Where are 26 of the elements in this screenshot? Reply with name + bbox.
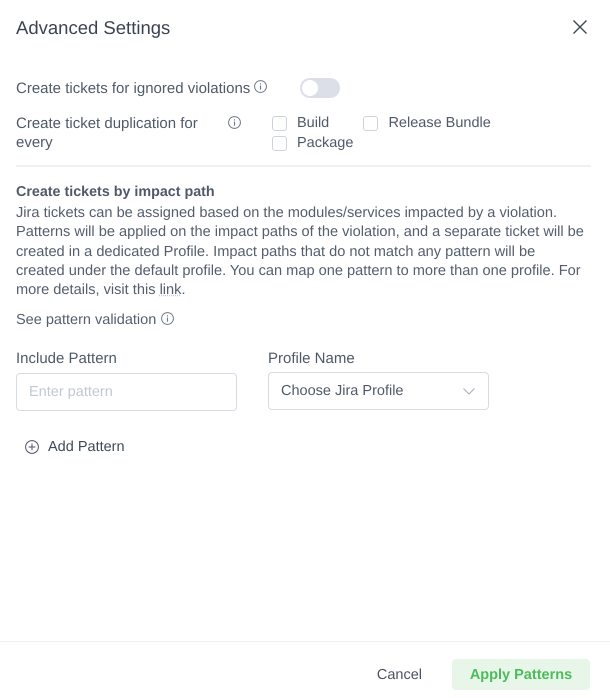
checkbox[interactable] [363, 116, 378, 131]
setting-label: Create ticket duplication for every [16, 114, 199, 152]
checkbox-label: Package [297, 134, 354, 153]
close-icon[interactable] [573, 20, 587, 34]
profile-dropdown[interactable]: Choose Jira Profile [268, 372, 489, 410]
info-icon [161, 312, 174, 326]
section-heading: Create tickets by impact path [16, 183, 215, 202]
checkbox[interactable] [272, 136, 287, 151]
pattern-validation-label[interactable]: See pattern validation [16, 310, 156, 330]
field-label: Profile Name [268, 349, 355, 370]
description-text: Jira tickets can be assigned based on the modules/services impacted by a violation. Patterns will be applied on the impact paths of the violation, and a separate ticket will be created in a dedicated Profile. Impact paths that do not match any pattern will be created under the default profile. You can map one pattern to more than one profile. For more details, visit this link. [16, 204, 585, 300]
toggle-switch[interactable] [300, 78, 340, 98]
checkbox-label: Build [297, 114, 330, 133]
field-label: Include Pattern [16, 349, 117, 370]
checkbox[interactable] [272, 116, 287, 131]
dialog-title: Advanced Settings [16, 16, 170, 40]
chevron-icon [463, 388, 475, 395]
plus-icon [25, 440, 39, 454]
details-link[interactable]: link [160, 282, 182, 298]
pattern-input[interactable]: Enter pattern [16, 373, 237, 412]
add-pattern-button[interactable]: Add Pattern [16, 437, 125, 458]
setting-label: Create tickets for ignored violations [16, 78, 250, 98]
info-icon [228, 116, 241, 129]
checkbox-label: Release Bundle [388, 114, 491, 133]
info-icon [254, 80, 268, 93]
cancel-button[interactable]: Cancel [360, 659, 438, 690]
